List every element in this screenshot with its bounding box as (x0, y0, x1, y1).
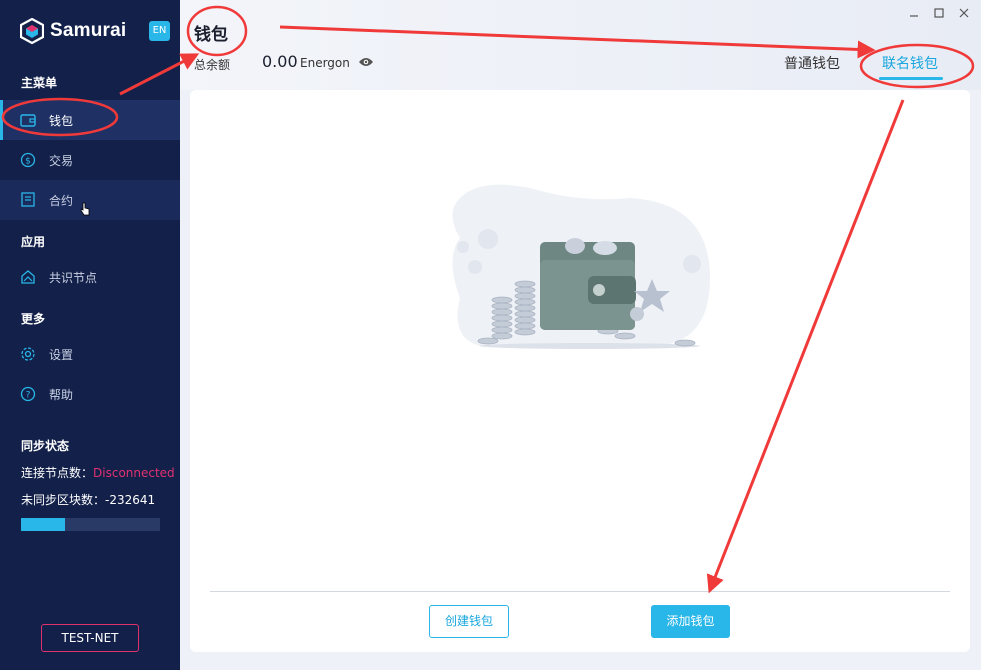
sync-nodes-value: Disconnected (93, 466, 175, 480)
sidebar-item-consensus-nodes[interactable]: 共识节点 (0, 257, 180, 297)
wallet-icon (20, 112, 36, 128)
eye-icon[interactable] (358, 56, 374, 68)
wallet-panel (190, 90, 970, 652)
sidebar-item-label: 共识节点 (49, 270, 98, 285)
sidebar: Samurai EN 主菜单 钱包 $ 交易 合约 应用 共识节点 更多 设置 (0, 0, 180, 670)
dollar-circle-icon: $ (20, 152, 36, 168)
sidebar-item-help[interactable]: ? 帮助 (0, 374, 180, 414)
sidebar-item-settings[interactable]: 设置 (0, 334, 180, 374)
samurai-logo-icon (20, 18, 44, 44)
footer-divider (210, 591, 950, 592)
sidebar-item-label: 设置 (49, 347, 74, 362)
section-title-more: 更多 (21, 312, 46, 326)
balance-value: 0.00 (262, 52, 298, 71)
sync-progress-bar (21, 518, 160, 531)
section-title-main: 主菜单 (21, 76, 58, 90)
header (180, 0, 981, 90)
empty-wallet-illustration (452, 184, 710, 349)
tab-normal-wallet[interactable]: 普通钱包 (784, 53, 840, 73)
sync-nodes-line: 连接节点数：Disconnected (21, 464, 175, 481)
gear-icon (20, 346, 36, 362)
brand: Samurai (20, 18, 126, 44)
sidebar-item-label: 钱包 (49, 113, 74, 128)
sync-nodes-label: 连接节点数： (21, 466, 94, 480)
minimize-button[interactable] (907, 6, 921, 20)
svg-text:$: $ (25, 157, 31, 167)
sync-blocks-value: -232641 (105, 493, 156, 507)
balance-label: 总余额 (194, 58, 231, 72)
hand-cursor-icon (80, 202, 90, 216)
sidebar-item-label: 合约 (49, 193, 74, 208)
minimize-icon (910, 15, 918, 17)
contract-icon (20, 192, 36, 208)
add-wallet-button[interactable]: 添加钱包 (651, 605, 730, 638)
close-button[interactable] (957, 6, 971, 20)
maximize-button[interactable] (932, 6, 946, 20)
language-toggle[interactable]: EN (149, 21, 170, 41)
sidebar-item-label: 交易 (49, 153, 74, 168)
page-title: 钱包 (194, 25, 228, 45)
consensus-node-icon (20, 269, 36, 285)
active-tab-underline (879, 77, 943, 80)
sidebar-item-label: 帮助 (49, 387, 74, 402)
sidebar-item-contracts[interactable]: 合约 (0, 180, 180, 220)
sync-blocks-line: 未同步区块数：-232641 (21, 491, 155, 508)
network-button[interactable]: TEST-NET (41, 624, 139, 652)
create-wallet-button[interactable]: 创建钱包 (429, 605, 509, 638)
svg-text:?: ? (26, 391, 31, 401)
brand-name: Samurai (50, 20, 127, 41)
section-title-apps: 应用 (21, 235, 46, 249)
maximize-icon (934, 8, 944, 18)
sync-progress-fill (21, 518, 66, 531)
sidebar-item-transactions[interactable]: $ 交易 (0, 140, 180, 180)
sidebar-item-wallet[interactable]: 钱包 (0, 100, 180, 140)
close-icon (959, 8, 969, 18)
tab-joint-wallet[interactable]: 联名钱包 (882, 53, 938, 73)
balance-unit: Energon (300, 56, 350, 70)
sync-blocks-label: 未同步区块数： (21, 493, 106, 507)
help-icon: ? (20, 386, 36, 402)
sync-status-title: 同步状态 (21, 439, 70, 453)
